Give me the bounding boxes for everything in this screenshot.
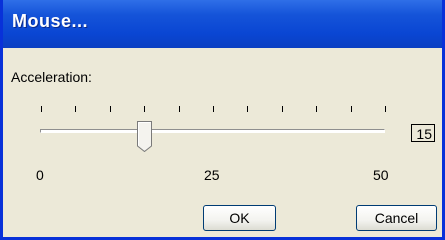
slider-tick	[213, 106, 214, 112]
ok-button[interactable]: OK	[203, 205, 276, 231]
slider-track[interactable]	[40, 129, 385, 133]
slider-tick	[41, 106, 42, 112]
cancel-button[interactable]: Cancel	[356, 205, 437, 231]
acceleration-label: Acceleration:	[11, 69, 92, 85]
slider-tick	[110, 106, 111, 112]
acceleration-value: 15	[411, 124, 435, 142]
slider-tick	[144, 106, 145, 112]
slider-tick	[75, 106, 76, 112]
slider-tick	[385, 106, 386, 112]
title-bar[interactable]: Mouse...	[3, 0, 442, 48]
slider-thumb[interactable]	[137, 121, 152, 152]
slider-tick	[316, 106, 317, 112]
scale-label-min: 0	[36, 167, 44, 183]
window-title: Mouse...	[12, 11, 89, 31]
scale-label-max: 50	[373, 167, 389, 183]
slider-tick	[282, 106, 283, 112]
slider-tick	[179, 106, 180, 112]
slider-tick	[247, 106, 248, 112]
slider-tick	[351, 106, 352, 112]
scale-label-mid: 25	[204, 167, 220, 183]
mouse-dialog: Mouse... Acceleration: 15 0 25 50 OK Can…	[0, 0, 445, 240]
